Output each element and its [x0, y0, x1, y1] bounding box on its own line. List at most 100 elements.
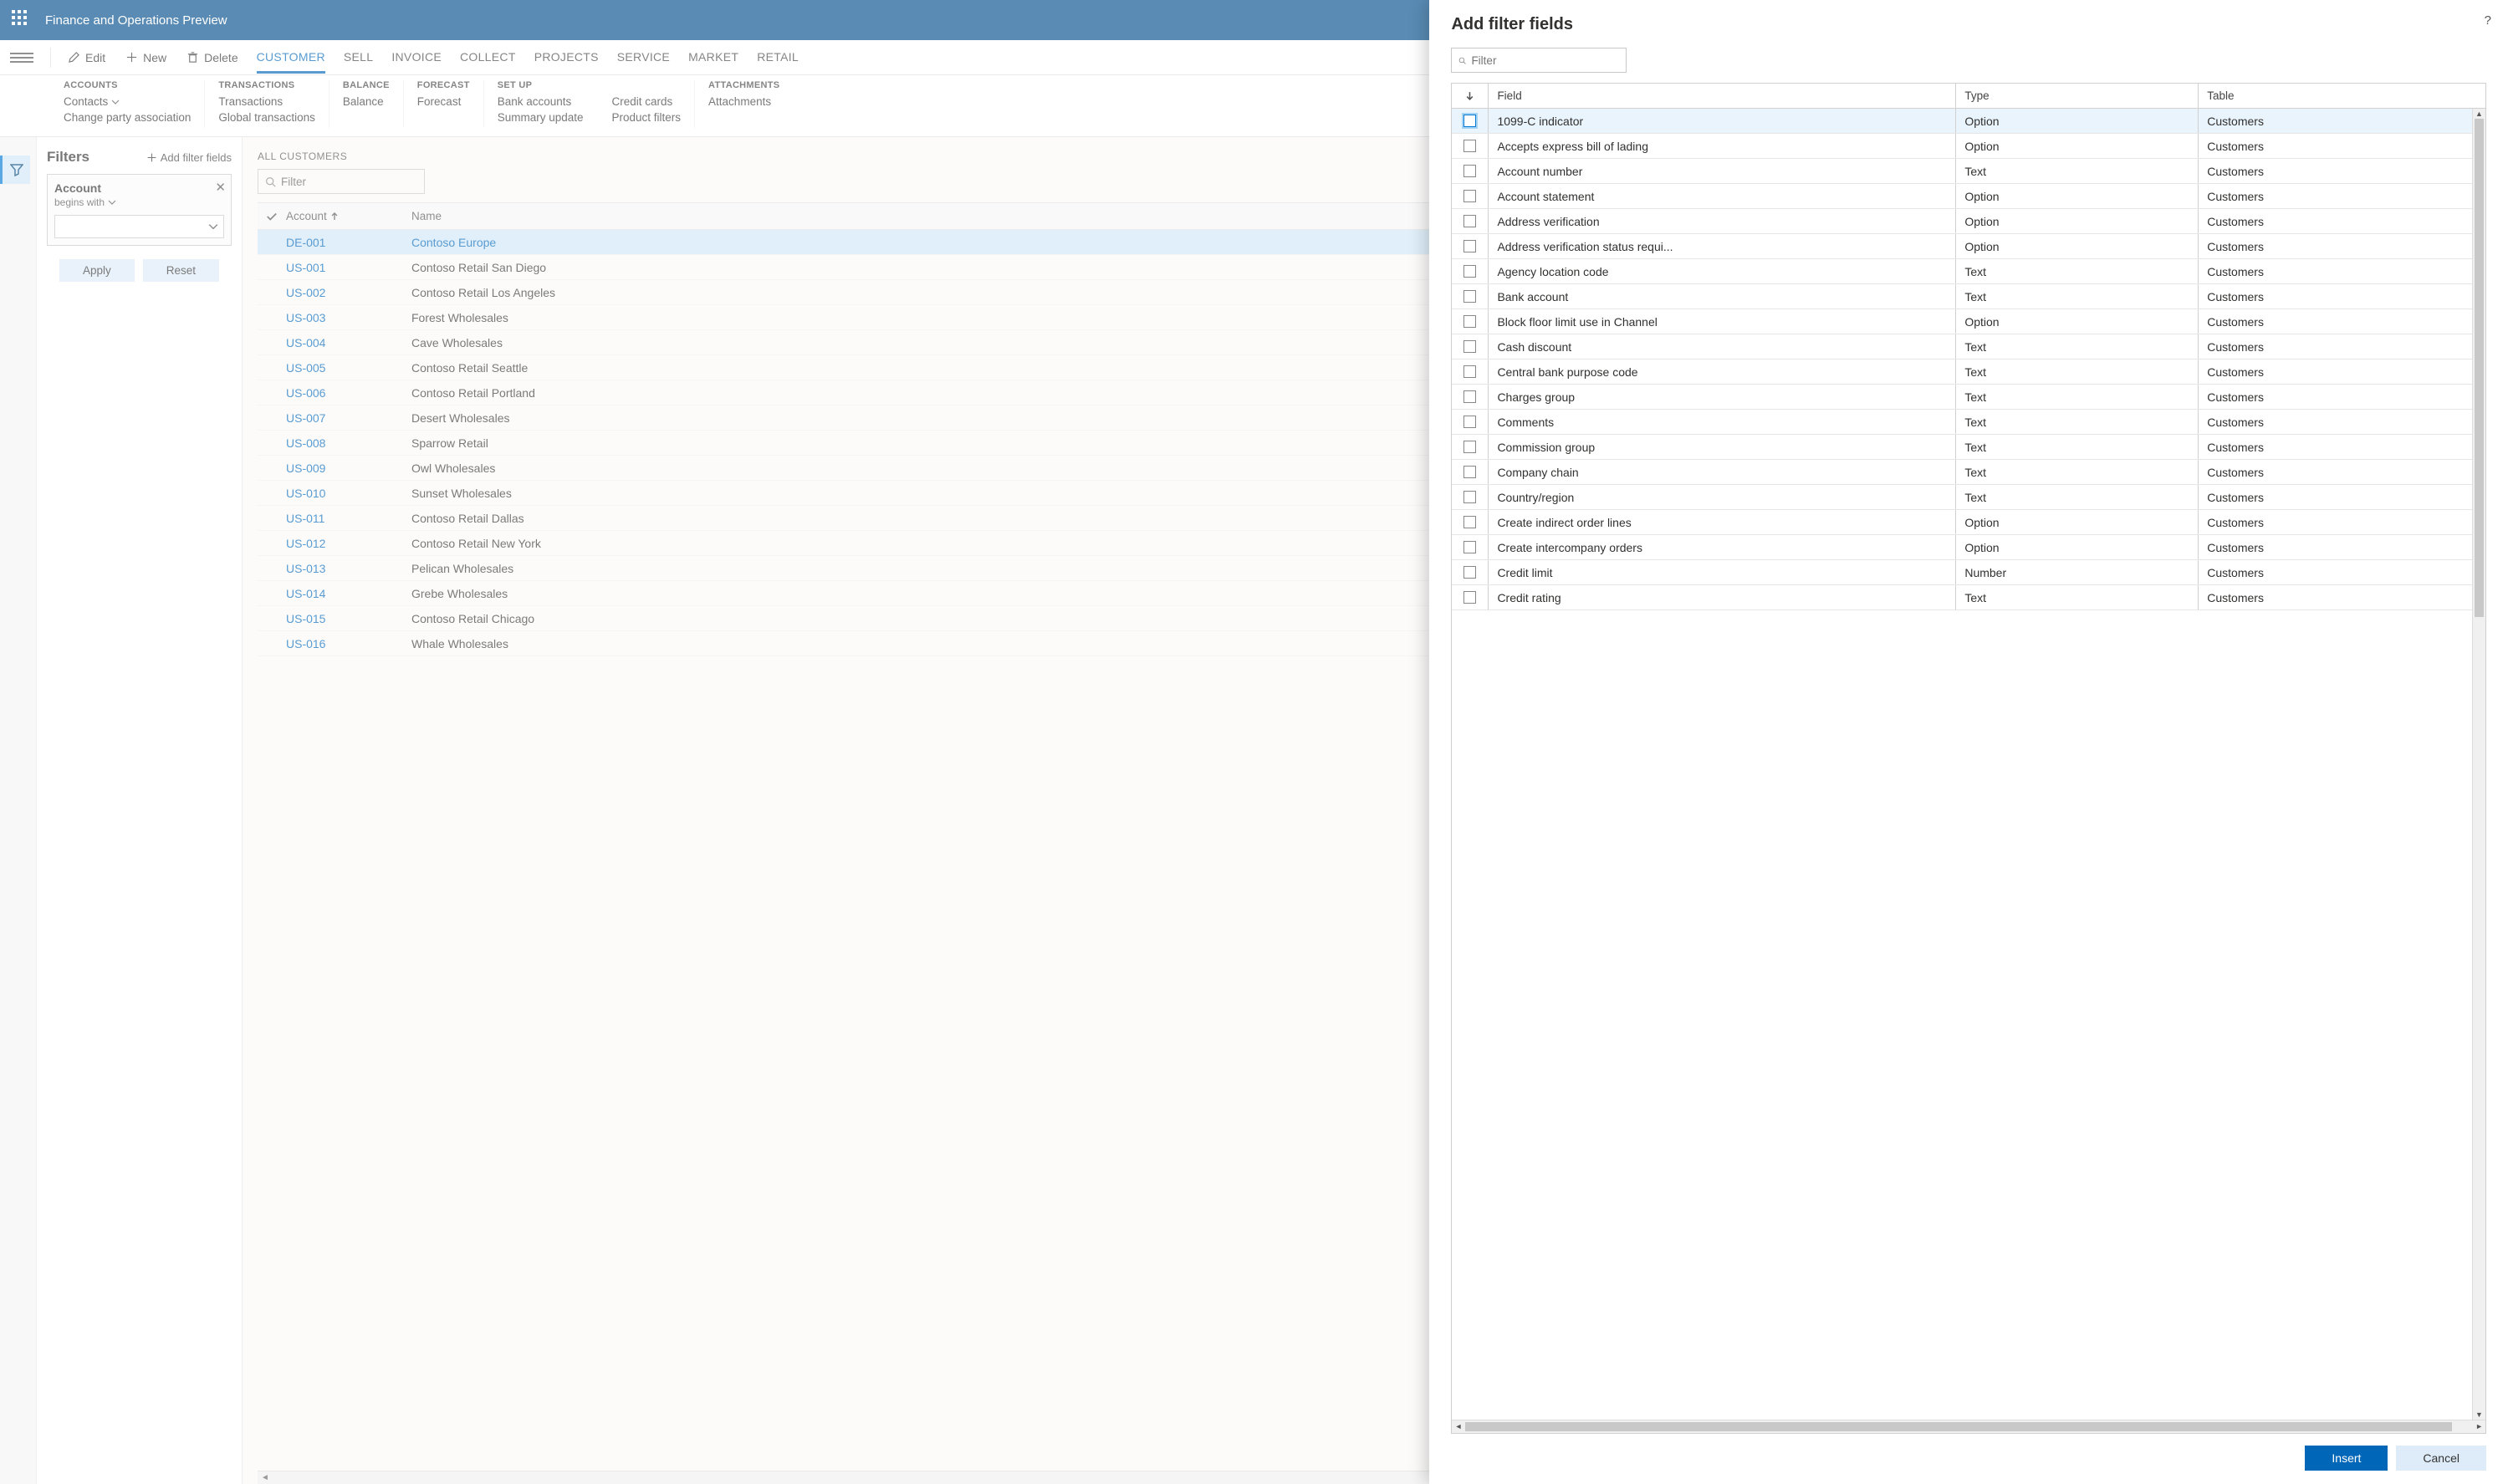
action-link[interactable]: Transactions	[218, 95, 315, 108]
action-link[interactable]: Credit cards	[612, 95, 682, 108]
row-checkbox[interactable]	[1452, 109, 1489, 133]
account-cell[interactable]: US-012	[286, 537, 411, 550]
scroll-left-icon[interactable]: ◄	[1454, 1422, 1462, 1430]
close-icon[interactable]: ✕	[215, 180, 226, 195]
reset-button[interactable]: Reset	[143, 259, 219, 282]
row-checkbox[interactable]	[1452, 435, 1489, 459]
field-row[interactable]: Accepts express bill of ladingOptionCust…	[1452, 134, 2485, 159]
action-link[interactable]: Contacts	[64, 95, 191, 108]
field-row[interactable]: CommentsTextCustomers	[1452, 410, 2485, 435]
account-cell[interactable]: US-016	[286, 637, 411, 650]
column-account[interactable]: Account	[286, 210, 411, 222]
tab-customer[interactable]: CUSTOMER	[257, 42, 325, 74]
row-checkbox[interactable]	[1452, 460, 1489, 484]
action-link[interactable]: Global transactions	[218, 111, 315, 124]
row-checkbox[interactable]	[1452, 535, 1489, 559]
field-row[interactable]: Address verificationOptionCustomers	[1452, 209, 2485, 234]
field-row[interactable]: Agency location codeTextCustomers	[1452, 259, 2485, 284]
account-cell[interactable]: US-005	[286, 361, 411, 375]
row-checkbox[interactable]	[1452, 360, 1489, 384]
account-cell[interactable]: US-007	[286, 411, 411, 425]
row-checkbox[interactable]	[1452, 234, 1489, 258]
field-row[interactable]: Charges groupTextCustomers	[1452, 385, 2485, 410]
field-row[interactable]: Credit limitNumberCustomers	[1452, 560, 2485, 585]
field-row[interactable]: Cash discountTextCustomers	[1452, 334, 2485, 360]
action-link[interactable]: Attachments	[708, 95, 779, 108]
field-row[interactable]: Account numberTextCustomers	[1452, 159, 2485, 184]
field-row[interactable]: Credit ratingTextCustomers	[1452, 585, 2485, 610]
account-cell[interactable]: US-014	[286, 587, 411, 600]
row-checkbox[interactable]	[1452, 485, 1489, 509]
tab-collect[interactable]: COLLECT	[460, 42, 516, 74]
tab-invoice[interactable]: INVOICE	[391, 42, 442, 74]
field-row[interactable]: Create indirect order linesOptionCustome…	[1452, 510, 2485, 535]
row-checkbox[interactable]	[1452, 259, 1489, 283]
action-link[interactable]: Summary update	[498, 111, 584, 124]
action-link[interactable]: Product filters	[612, 111, 682, 124]
account-cell[interactable]: US-011	[286, 512, 411, 525]
tab-retail[interactable]: RETAIL	[757, 42, 799, 74]
column-table[interactable]: Table	[2199, 84, 2485, 108]
account-cell[interactable]: US-002	[286, 286, 411, 299]
fields-v-scrollbar[interactable]: ▲ ▼	[2472, 109, 2485, 1420]
field-row[interactable]: Block floor limit use in ChannelOptionCu…	[1452, 309, 2485, 334]
action-link[interactable]: Forecast	[417, 95, 470, 108]
row-checkbox[interactable]	[1452, 385, 1489, 409]
flyout-filter-input[interactable]	[1451, 48, 1627, 73]
delete-button[interactable]: Delete	[178, 48, 246, 68]
scroll-down-icon[interactable]: ▼	[2475, 1410, 2483, 1419]
field-row[interactable]: Commission groupTextCustomers	[1452, 435, 2485, 460]
field-row[interactable]: Create intercompany ordersOptionCustomer…	[1452, 535, 2485, 560]
field-row[interactable]: Account statementOptionCustomers	[1452, 184, 2485, 209]
select-all-column[interactable]	[258, 211, 286, 222]
field-row[interactable]: Address verification status requi...Opti…	[1452, 234, 2485, 259]
column-type[interactable]: Type	[1956, 84, 2199, 108]
filter-value-input[interactable]	[54, 215, 224, 238]
field-row[interactable]: Country/regionTextCustomers	[1452, 485, 2485, 510]
filter-rail-button[interactable]	[0, 156, 30, 184]
help-icon[interactable]: ?	[2485, 13, 2491, 28]
fields-table-body[interactable]: 1099-C indicatorOptionCustomersAccepts e…	[1452, 109, 2485, 1420]
filter-card-operator[interactable]: begins with	[54, 196, 224, 208]
row-checkbox[interactable]	[1452, 585, 1489, 609]
account-cell[interactable]: US-008	[286, 436, 411, 450]
tab-service[interactable]: SERVICE	[617, 42, 670, 74]
insert-button[interactable]: Insert	[2305, 1446, 2388, 1471]
scrollbar-thumb[interactable]	[1465, 1422, 2452, 1431]
action-link[interactable]: Balance	[343, 95, 390, 108]
account-cell[interactable]: US-013	[286, 562, 411, 575]
sort-column[interactable]	[1452, 84, 1489, 108]
row-checkbox[interactable]	[1452, 284, 1489, 309]
flyout-filter-text[interactable]	[1471, 54, 1619, 67]
field-row[interactable]: Company chainTextCustomers	[1452, 460, 2485, 485]
field-row[interactable]: Bank accountTextCustomers	[1452, 284, 2485, 309]
column-name[interactable]: Name	[411, 210, 579, 222]
scroll-up-icon[interactable]: ▲	[2475, 110, 2483, 118]
account-cell[interactable]: US-015	[286, 612, 411, 625]
field-row[interactable]: Central bank purpose codeTextCustomers	[1452, 360, 2485, 385]
account-cell[interactable]: US-004	[286, 336, 411, 349]
row-checkbox[interactable]	[1452, 334, 1489, 359]
row-checkbox[interactable]	[1452, 510, 1489, 534]
account-cell[interactable]: US-001	[286, 261, 411, 274]
scrollbar-thumb[interactable]	[2475, 119, 2484, 617]
row-checkbox[interactable]	[1452, 410, 1489, 434]
row-checkbox[interactable]	[1452, 209, 1489, 233]
fields-h-scrollbar[interactable]: ◄ ►	[1452, 1420, 2485, 1433]
apply-button[interactable]: Apply	[59, 259, 135, 282]
account-cell[interactable]: US-009	[286, 462, 411, 475]
scroll-left-icon[interactable]: ◄	[261, 1473, 269, 1482]
action-link[interactable]: Change party association	[64, 111, 191, 124]
grid-quick-filter[interactable]: Filter	[258, 169, 425, 194]
waffle-icon[interactable]	[12, 10, 32, 30]
action-link[interactable]: Bank accounts	[498, 95, 584, 108]
account-cell[interactable]: US-006	[286, 386, 411, 400]
edit-button[interactable]: Edit	[59, 48, 114, 68]
hamburger-icon[interactable]	[10, 53, 33, 63]
tab-market[interactable]: MARKET	[688, 42, 738, 74]
account-cell[interactable]: US-010	[286, 487, 411, 500]
column-field[interactable]: Field	[1489, 84, 1956, 108]
row-checkbox[interactable]	[1452, 560, 1489, 584]
account-cell[interactable]: US-003	[286, 311, 411, 324]
row-checkbox[interactable]	[1452, 184, 1489, 208]
